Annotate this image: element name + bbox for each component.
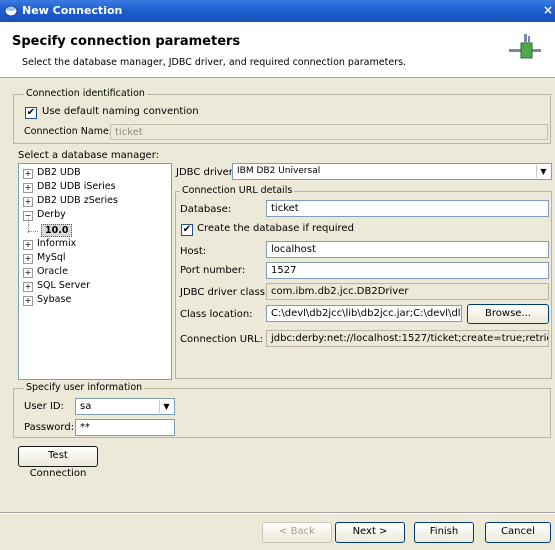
expand-icon[interactable]: + (23, 240, 33, 250)
class-location-label: Class location: (180, 309, 253, 320)
expand-icon[interactable]: + (23, 197, 33, 207)
user-id-label: User ID: (24, 401, 64, 412)
tree-item-informix[interactable]: + Informix (23, 238, 76, 250)
driver-class-field: com.ibm.db2.jcc.DB2Driver (266, 283, 549, 300)
jdbc-driver-select[interactable]: IBM DB2 Universal ▼ (232, 163, 552, 180)
chevron-down-icon[interactable]: ▼ (536, 165, 550, 178)
database-label: Database: (180, 204, 232, 215)
tree-item-derby-10-0[interactable]: 10.0 (41, 224, 73, 237)
user-id-value: sa (80, 401, 92, 412)
back-button[interactable]: < Back (262, 522, 332, 543)
expand-icon[interactable]: + (23, 254, 33, 264)
connection-identification-legend: Connection identification (24, 88, 147, 99)
db-manager-label: Select a database manager: (18, 150, 160, 161)
user-info-legend: Specify user information (24, 382, 145, 393)
driver-class-label: JDBC driver class: (180, 287, 269, 298)
tree-item-db2-udb-zseries[interactable]: + DB2 UDB zSeries (23, 195, 118, 207)
connection-name-field[interactable]: ticket (110, 124, 548, 140)
port-field[interactable]: 1527 (266, 262, 549, 279)
port-label: Port number: (180, 265, 246, 276)
tree-item-derby[interactable]: − Derby (23, 209, 66, 221)
connection-url-label: Connection URL: (180, 334, 263, 345)
tree-item-label: 10.0 (45, 225, 69, 236)
user-id-select[interactable]: sa ▼ (75, 398, 175, 415)
tree-item-label: Sybase (37, 294, 72, 305)
tree-item-label: Derby (37, 209, 66, 220)
database-field[interactable]: ticket (266, 200, 549, 217)
cancel-button[interactable]: Cancel (485, 522, 551, 543)
browse-button[interactable]: Browse... (467, 304, 549, 324)
connection-url-legend: Connection URL details (180, 185, 295, 196)
test-connection-button[interactable]: Test Connection (18, 446, 98, 479)
page-description: Select the database manager, JDBC driver… (22, 57, 407, 68)
finish-button[interactable]: Finish (414, 522, 474, 543)
tree-item-label: DB2 UDB zSeries (37, 195, 118, 206)
create-database-checkbox[interactable]: ✔ (181, 224, 193, 236)
connection-url-field: jdbc:derby:net://localhost:1527/ticket;c… (266, 330, 549, 347)
expand-icon[interactable]: + (23, 183, 33, 193)
title-bar[interactable]: New Connection × (0, 0, 555, 22)
db-manager-tree[interactable]: + DB2 UDB + DB2 UDB iSeries + DB2 UDB zSeri… (18, 163, 172, 380)
jdbc-driver-value: IBM DB2 Universal (237, 166, 321, 176)
tree-item-label: DB2 UDB iSeries (37, 181, 116, 192)
tree-item-sql-server[interactable]: + SQL Server (23, 280, 90, 292)
app-icon (4, 5, 18, 17)
host-field[interactable]: localhost (266, 241, 549, 258)
tree-item-mysql[interactable]: + MySql (23, 252, 66, 264)
expand-icon[interactable]: + (23, 282, 33, 292)
tree-item-label: DB2 UDB (37, 167, 81, 178)
tree-connector-line (28, 231, 38, 232)
expand-icon[interactable]: + (23, 268, 33, 278)
next-button[interactable]: Next > (335, 522, 405, 543)
connection-name-label: Connection Name: (24, 126, 113, 137)
class-location-field[interactable]: C:\devl\db2jcc\lib\db2jcc.jar;C:\devl\dl (266, 305, 462, 322)
tree-item-label: MySql (37, 252, 66, 263)
password-label: Password: (24, 422, 75, 433)
page-title: Specify connection parameters (12, 34, 241, 49)
expand-icon[interactable]: + (23, 296, 33, 306)
host-label: Host: (180, 246, 207, 257)
create-database-label: Create the database if required (197, 223, 354, 234)
close-icon[interactable]: × (541, 2, 555, 18)
tree-item-db2-udb[interactable]: + DB2 UDB (23, 167, 81, 179)
tree-item-label: SQL Server (37, 280, 90, 291)
tree-item-oracle[interactable]: + Oracle (23, 266, 68, 278)
jdbc-driver-label: JDBC driver: (176, 167, 237, 178)
tree-item-sybase[interactable]: + Sybase (23, 294, 71, 306)
tree-item-label: Informix (37, 238, 77, 249)
window-title: New Connection (22, 4, 123, 17)
use-default-naming-label: Use default naming convention (42, 106, 199, 117)
password-field[interactable]: ** (75, 419, 175, 436)
tree-item-db2-udb-iseries[interactable]: + DB2 UDB iSeries (23, 181, 116, 193)
chevron-down-icon[interactable]: ▼ (159, 400, 173, 413)
plug-icon (509, 34, 541, 59)
tree-item-label: Oracle (37, 266, 68, 277)
use-default-naming-checkbox[interactable]: ✔ (25, 107, 37, 119)
bottom-separator (0, 512, 555, 514)
header-banner: Specify connection parameters Select the… (0, 22, 555, 78)
expand-icon[interactable]: + (23, 169, 33, 179)
